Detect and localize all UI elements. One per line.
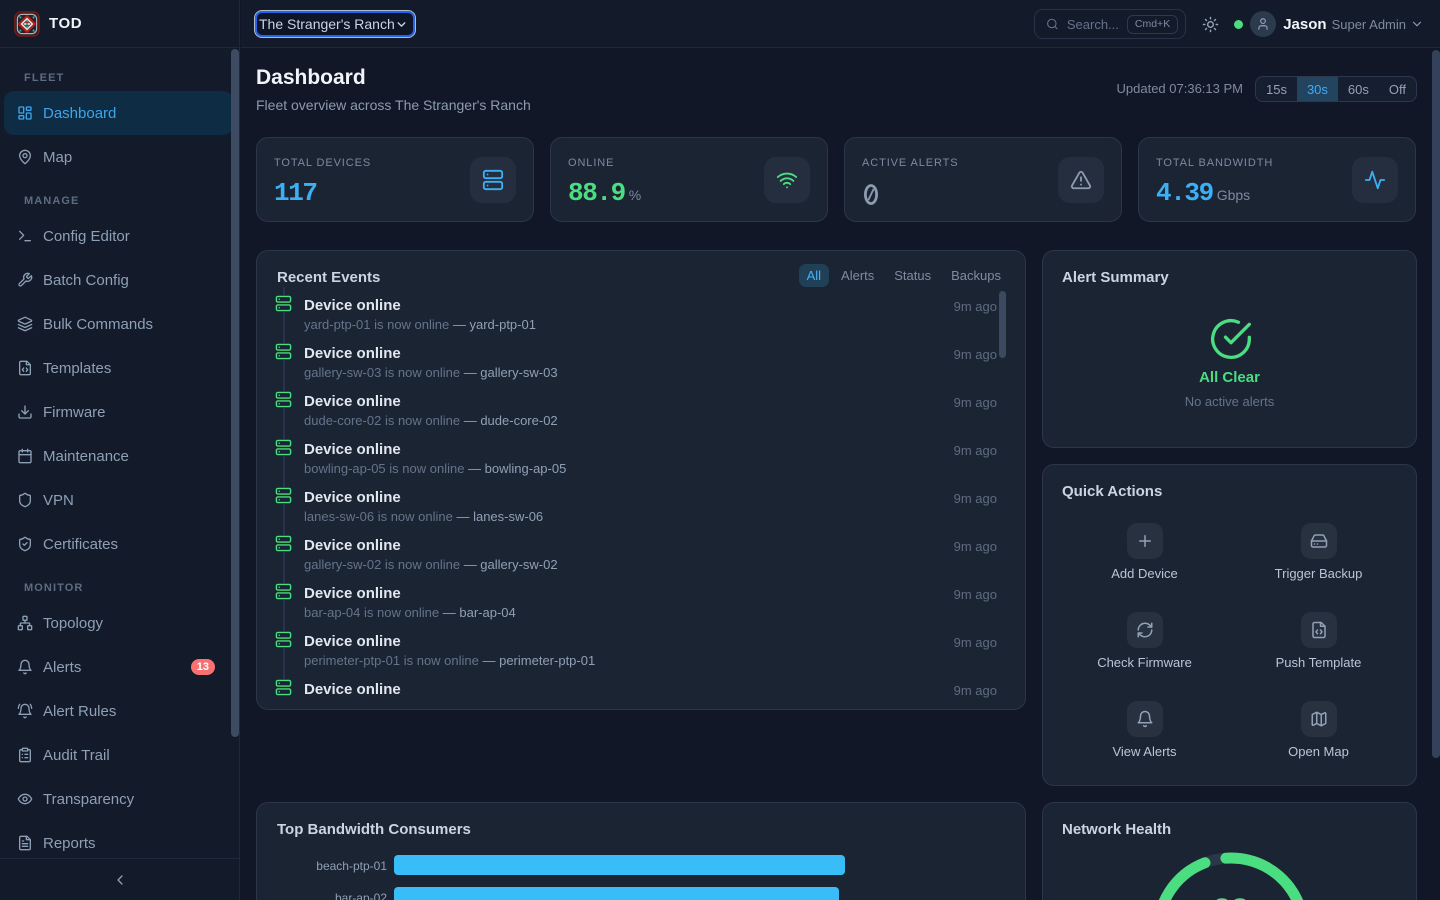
svg-text:88: 88: [1213, 894, 1249, 900]
